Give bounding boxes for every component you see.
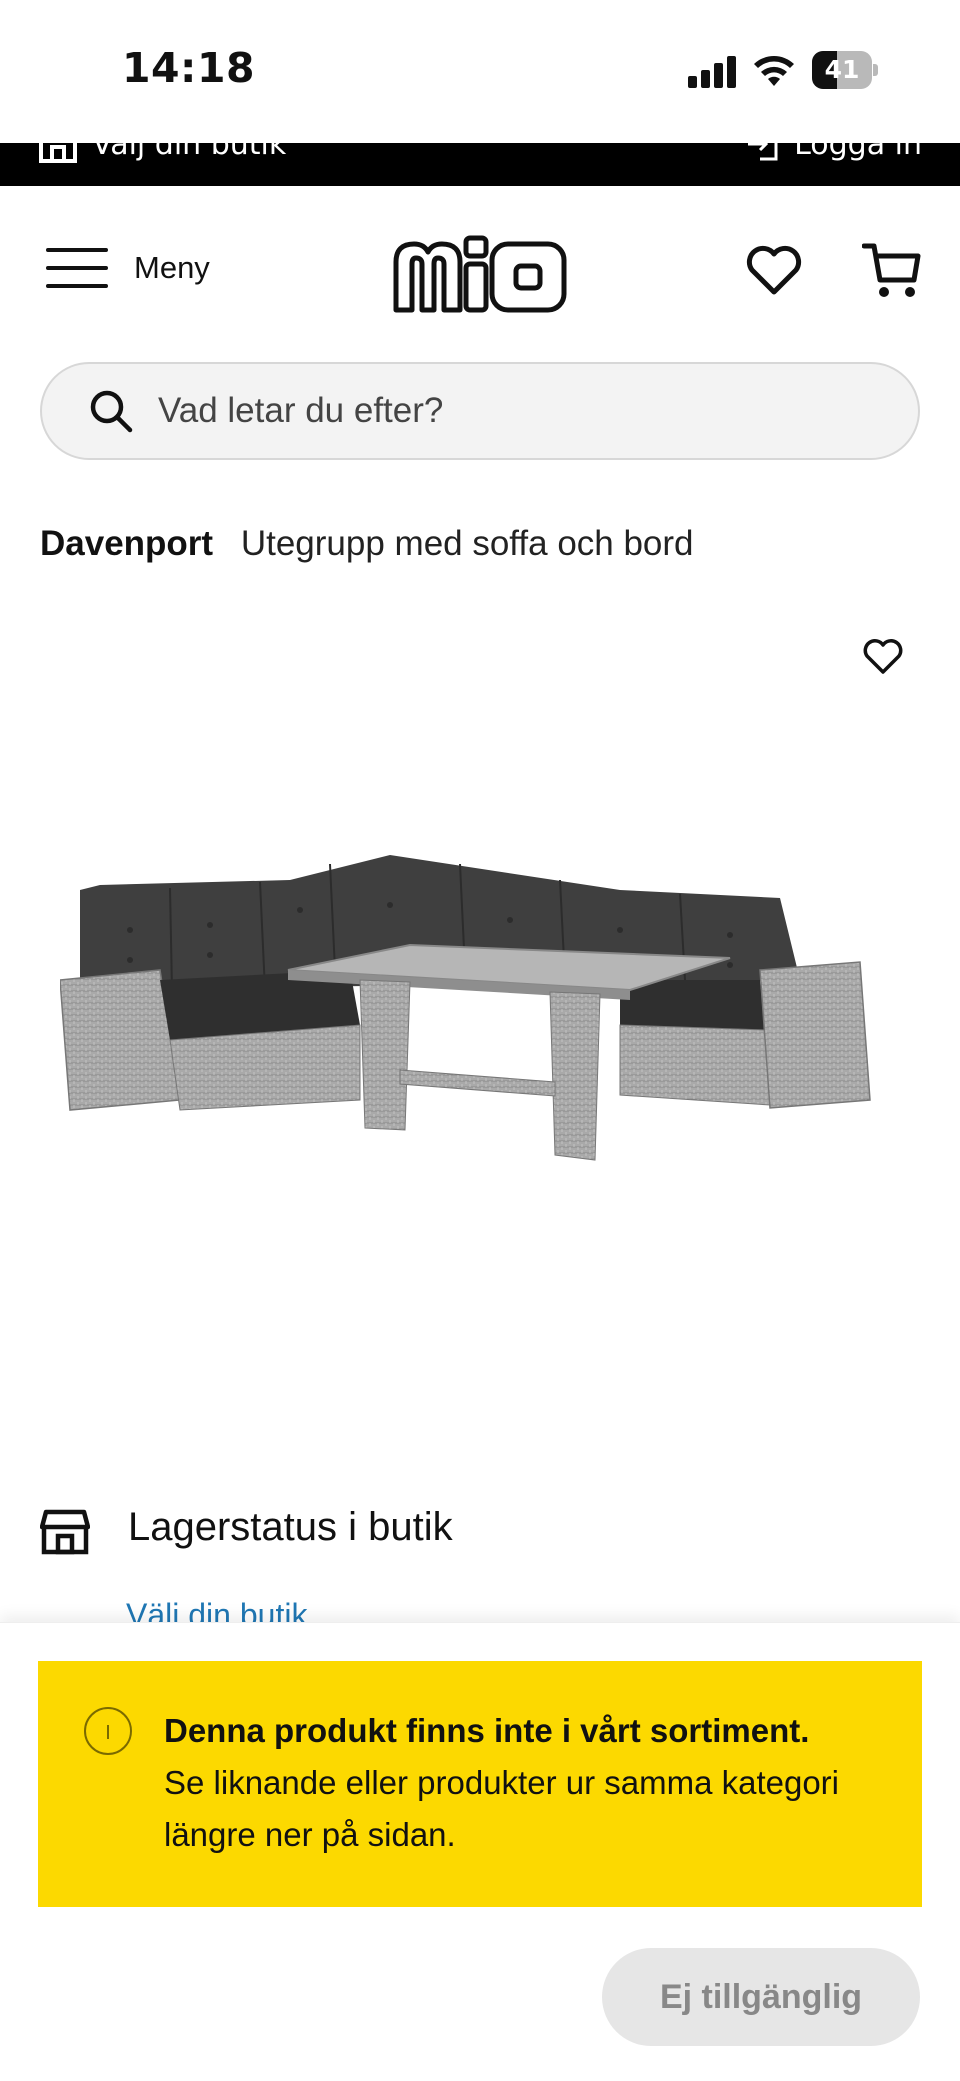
search-bar[interactable] (40, 362, 920, 460)
menu-label: Meny (134, 250, 210, 285)
login-link[interactable]: Logga in (746, 143, 922, 163)
wifi-icon (754, 56, 794, 86)
product-unavailable-notice: Denna produkt finns inte i vårt sortimen… (38, 1661, 922, 1907)
site-header: Meny (0, 186, 960, 356)
search-input[interactable] (158, 391, 808, 431)
login-icon (748, 143, 778, 161)
mio-logo[interactable] (392, 234, 568, 314)
choose-store-label: Välj din butik (92, 143, 287, 162)
search-icon (90, 390, 133, 433)
login-label: Logga in (794, 143, 922, 162)
product-image[interactable] (60, 850, 900, 1230)
battery-level: 41 (824, 55, 860, 84)
product-name: Utegrupp med soffa och bord (240, 524, 694, 563)
unavailable-button[interactable]: Ej tillgänglig (602, 1948, 920, 2046)
battery-icon: 41 (812, 51, 878, 89)
notice-body: Se liknande eller produkter ur samma kat… (164, 1764, 840, 1853)
top-strip: Välj din butik Logga in (0, 143, 960, 186)
product-brand: Davenport (40, 524, 214, 563)
product-title: Davenport Utegrupp med soffa och bord (40, 524, 694, 564)
store-icon (39, 143, 77, 163)
stock-status-label: Lagerstatus i butik (128, 1505, 453, 1549)
favorites-heart-icon[interactable] (744, 240, 804, 300)
bottom-sheet: Denna produkt finns inte i vårt sortimen… (0, 1622, 960, 2081)
status-time: 14:18 (122, 44, 256, 92)
cart-icon[interactable] (862, 240, 922, 302)
notice-title: Denna produkt finns inte i vårt sortimen… (164, 1712, 810, 1749)
choose-store-link[interactable]: Välj din butik (38, 143, 286, 163)
product-favorite-heart-icon[interactable] (862, 636, 904, 676)
stock-status: Lagerstatus i butik Välj din butik (40, 1505, 920, 1635)
status-bar: 14:18 41 (0, 0, 960, 143)
store-icon (40, 1509, 90, 1555)
menu-button[interactable]: Meny (46, 246, 210, 290)
signal-icon (688, 56, 738, 88)
hamburger-icon (46, 246, 108, 290)
info-icon (84, 1707, 132, 1755)
